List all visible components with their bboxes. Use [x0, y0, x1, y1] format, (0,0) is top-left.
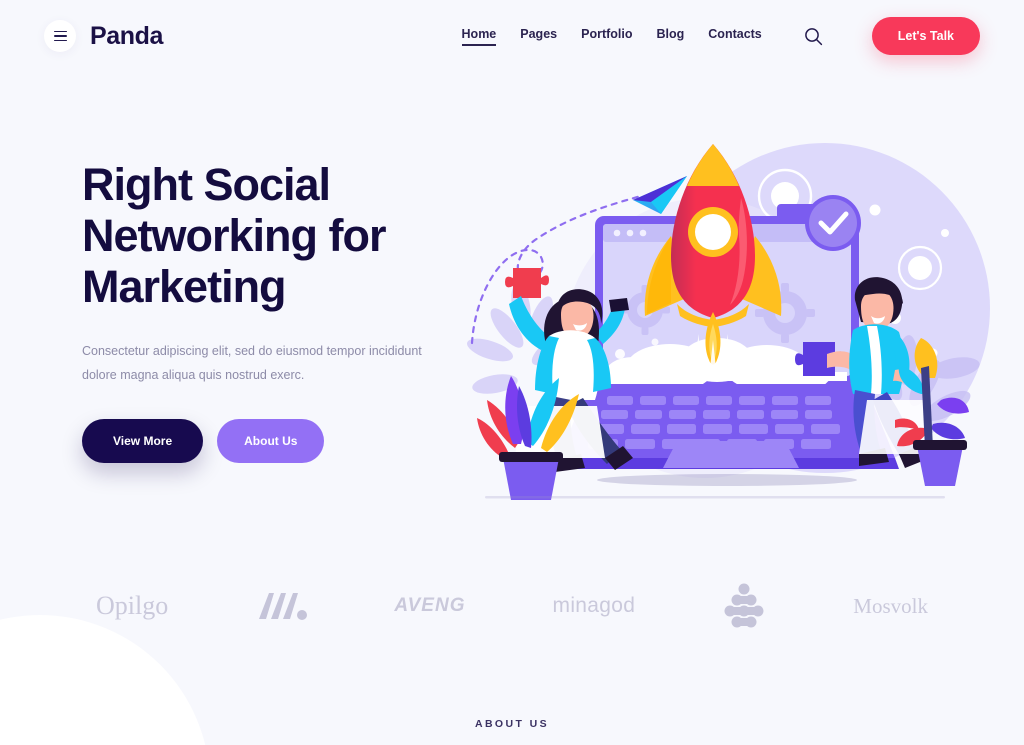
- landing-page: Panda Home Pages Portfolio Blog Contacts…: [0, 0, 1024, 745]
- nav-item-pages[interactable]: Pages: [520, 27, 557, 46]
- headline-line-1: Right Social: [82, 159, 331, 210]
- nav-item-portfolio[interactable]: Portfolio: [581, 27, 632, 46]
- hamburger-icon[interactable]: [44, 20, 76, 52]
- brand-name: Panda: [90, 21, 164, 50]
- hero-buttons: View More About Us: [82, 419, 502, 464]
- headline-line-2: Networking for: [82, 209, 387, 261]
- about-us-button[interactable]: About Us: [217, 419, 325, 464]
- trackpad: [663, 441, 799, 468]
- logo-mosvolk[interactable]: Mosvolk: [853, 584, 928, 628]
- ground-shadows: [485, 496, 945, 499]
- lets-talk-button[interactable]: Let's Talk: [871, 17, 980, 55]
- nav-item-home[interactable]: Home: [461, 27, 496, 46]
- hero-section: Right Social Networking for Marketing Co…: [82, 159, 502, 464]
- main-navigation: Home Pages Portfolio Blog Contacts Let's…: [461, 17, 980, 55]
- m-mark-icon: [259, 593, 308, 620]
- hero-illustration: [455, 128, 1010, 518]
- nav-item-blog[interactable]: Blog: [657, 27, 685, 46]
- about-us-section-label: ABOUT US: [474, 718, 550, 730]
- view-more-button[interactable]: View More: [82, 419, 204, 464]
- nav-item-contacts[interactable]: Contacts: [708, 27, 761, 46]
- browser-dots: [613, 229, 647, 237]
- logo-dots-mark[interactable]: [722, 583, 766, 628]
- page-title: Right Social Networking for Marketing: [82, 159, 502, 313]
- search-icon[interactable]: [802, 24, 826, 48]
- brand-logo[interactable]: Panda: [44, 20, 163, 52]
- dots-cluster-icon: [724, 583, 764, 628]
- headline-line-3: Marketing: [82, 260, 287, 312]
- logo-aveng[interactable]: AVENG: [394, 584, 465, 628]
- logo-minagod[interactable]: minagod: [553, 584, 636, 628]
- client-logos: Opilgo AVENG minagod Mosvolk: [0, 575, 1024, 637]
- logo-opilgo[interactable]: Opilgo: [96, 584, 168, 628]
- hero-description: Consectetur adipiscing elit, sed do eius…: [82, 343, 422, 382]
- logo-m-mark[interactable]: [255, 584, 308, 628]
- site-header: Panda Home Pages Portfolio Blog Contacts…: [0, 0, 1024, 72]
- laptop-shadow: [597, 474, 857, 486]
